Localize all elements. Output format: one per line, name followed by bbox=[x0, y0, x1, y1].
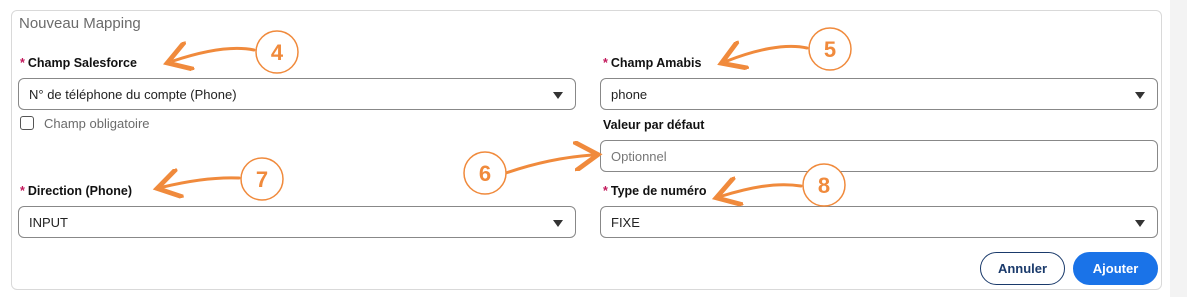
annotation-arrow-7 bbox=[163, 178, 241, 187]
annotation-number-6: 6 bbox=[479, 161, 491, 186]
annotation-number-4: 4 bbox=[271, 40, 284, 65]
annotation-overlay: 4 5 6 7 8 bbox=[0, 27, 852, 297]
annotation-arrow-4 bbox=[173, 48, 256, 61]
annotation-arrow-8 bbox=[722, 185, 803, 196]
annotation-number-5: 5 bbox=[824, 37, 836, 62]
annotation-arrow-5 bbox=[727, 46, 809, 61]
annotation-number-8: 8 bbox=[818, 173, 830, 198]
annotation-number-7: 7 bbox=[256, 167, 268, 192]
annotation-arrow-6 bbox=[504, 155, 592, 175]
